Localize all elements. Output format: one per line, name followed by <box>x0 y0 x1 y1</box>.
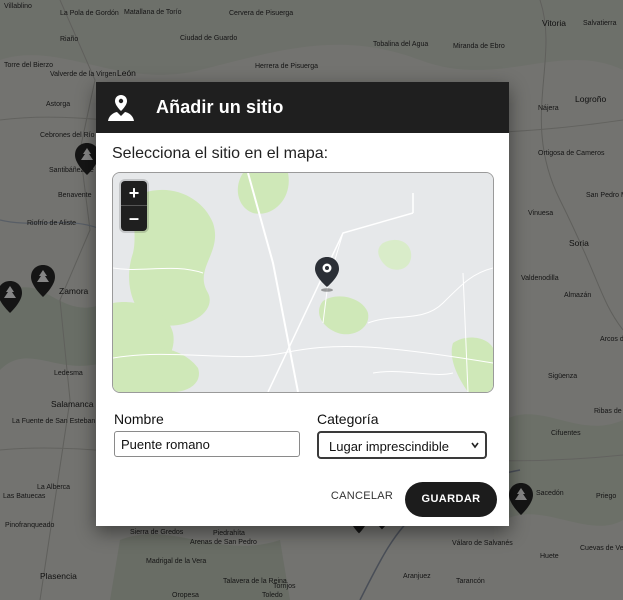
dialog-header: Añadir un sitio <box>96 82 509 133</box>
save-button[interactable]: GUARDAR <box>405 482 497 517</box>
name-label: Nombre <box>114 411 164 427</box>
zoom-control: + – <box>121 181 147 231</box>
zoom-out-button[interactable]: – <box>121 206 147 230</box>
add-place-dialog: Añadir un sitio Selecciona el sitio en e… <box>96 82 509 526</box>
category-select[interactable]: Lugar imprescindible <box>317 431 487 459</box>
cancel-button[interactable]: CANCELAR <box>327 485 397 507</box>
name-input[interactable] <box>114 431 300 457</box>
location-picker-map-tiles <box>113 173 493 392</box>
map-pin-icon[interactable] <box>313 256 341 292</box>
location-picker-map[interactable]: + – <box>112 172 494 393</box>
chevron-down-icon <box>471 442 479 449</box>
zoom-in-button[interactable]: + <box>121 181 147 206</box>
category-selected-value: Lugar imprescindible <box>329 439 449 454</box>
category-label: Categoría <box>317 411 379 427</box>
user-location-icon <box>108 95 134 121</box>
dialog-title: Añadir un sitio <box>156 97 284 117</box>
dialog-subtitle: Selecciona el sitio en el mapa: <box>112 145 329 162</box>
